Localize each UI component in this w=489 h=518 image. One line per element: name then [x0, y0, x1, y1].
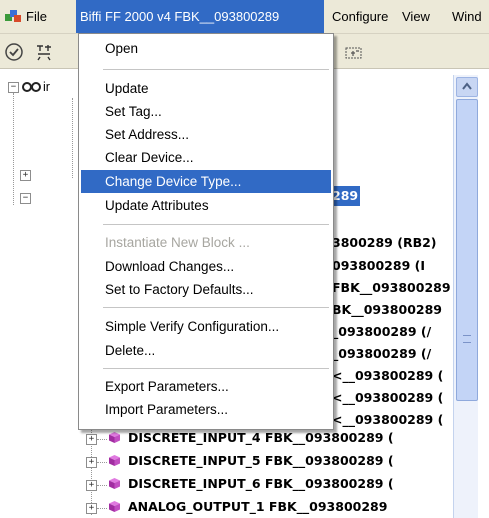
tree-expand-block[interactable]: +: [86, 503, 97, 514]
menu-item-export-parameters[interactable]: Export Parameters...: [81, 375, 331, 398]
tree-expand-block[interactable]: +: [86, 434, 97, 445]
tree-node-fragment[interactable]: _093800289 (/: [332, 344, 431, 364]
device-context-menu: Open Update Set Tag... Set Address... Cl…: [78, 33, 334, 430]
tree-root-label[interactable]: ir: [43, 77, 50, 97]
menu-item-update-attributes[interactable]: Update Attributes: [81, 194, 331, 217]
tree-node-fragment[interactable]: <__093800289 (: [332, 366, 443, 386]
check-circle-icon[interactable]: [4, 42, 24, 62]
menu-item-delete[interactable]: Delete...: [81, 339, 331, 362]
function-block-icon: [109, 455, 120, 466]
tree-collapse-node[interactable]: −: [20, 193, 31, 204]
network-icon: [22, 82, 41, 92]
tree-block-discrete-input-6[interactable]: DISCRETE_INPUT_6 FBK__093800289 (: [128, 474, 394, 494]
menu-item-change-device-type[interactable]: Change Device Type...: [81, 170, 331, 193]
menu-separator: [103, 69, 329, 70]
toolbar-tool-icon[interactable]: [34, 42, 54, 62]
tree-node-fragment[interactable]: FBK__093800289 (: [332, 278, 461, 298]
scroll-grip: [463, 335, 471, 343]
menu-bar: File Biffi FF 2000 v4 FBK__093800289 Con…: [0, 0, 489, 34]
tree-scrollbar[interactable]: [453, 75, 478, 518]
menu-item-update[interactable]: Update: [81, 77, 331, 100]
tree-block-discrete-input-4[interactable]: DISCRETE_INPUT_4 FBK__093800289 (: [128, 428, 394, 448]
menu-item-set-tag[interactable]: Set Tag...: [81, 100, 331, 123]
menu-view[interactable]: View: [396, 0, 436, 33]
tree-collapse-root[interactable]: −: [8, 82, 19, 93]
menu-item-open[interactable]: Open: [81, 37, 331, 60]
tree-node-fragment[interactable]: 3800289 (RB2): [332, 233, 437, 253]
tree-expand-block[interactable]: +: [86, 480, 97, 491]
function-block-icon: [109, 432, 120, 443]
tree-block-analog-output-1[interactable]: ANALOG_OUTPUT_1 FBK__093800289: [128, 497, 387, 517]
function-block-icon: [109, 478, 120, 489]
menu-item-factory-defaults[interactable]: Set to Factory Defaults...: [81, 278, 331, 301]
menu-separator: [103, 224, 329, 225]
tree-node-fragment[interactable]: <__093800289 (: [332, 410, 443, 430]
menu-item-clear-device[interactable]: Clear Device...: [81, 146, 331, 169]
tree-node-fragment[interactable]: <__093800289 (: [332, 388, 443, 408]
scroll-thumb[interactable]: [456, 99, 478, 401]
tree-expand-block[interactable]: +: [86, 457, 97, 468]
function-block-icon: [109, 501, 120, 512]
tree-node-fragment[interactable]: _093800289 (/: [332, 322, 431, 342]
scroll-up-icon: [462, 82, 472, 90]
menu-device[interactable]: Biffi FF 2000 v4 FBK__093800289: [76, 0, 324, 33]
tree-node-fragment[interactable]: BK__093800289: [332, 300, 442, 320]
menu-separator: [103, 368, 329, 369]
menu-item-import-parameters[interactable]: Import Parameters...: [81, 398, 331, 421]
menu-item-set-address[interactable]: Set Address...: [81, 123, 331, 146]
menu-configure[interactable]: Configure: [326, 0, 394, 33]
menu-item-download-changes[interactable]: Download Changes...: [81, 255, 331, 278]
toolbar-expand-icon[interactable]: [344, 42, 364, 62]
tree-block-discrete-input-5[interactable]: DISCRETE_INPUT_5 FBK__093800289 (: [128, 451, 394, 471]
selected-device-node[interactable]: 289: [332, 186, 360, 206]
selected-device-label: 289: [332, 188, 359, 203]
menu-separator: [103, 307, 329, 308]
tree-expand-node[interactable]: +: [20, 170, 31, 181]
menu-file[interactable]: File: [20, 0, 53, 33]
menu-window[interactable]: Wind: [446, 0, 488, 33]
scroll-up-button[interactable]: [456, 77, 478, 97]
menu-item-instantiate-new-block: Instantiate New Block ...: [105, 235, 250, 250]
tree-node-fragment[interactable]: 093800289 (I: [332, 256, 425, 276]
menu-item-simple-verify[interactable]: Simple Verify Configuration...: [81, 315, 331, 338]
